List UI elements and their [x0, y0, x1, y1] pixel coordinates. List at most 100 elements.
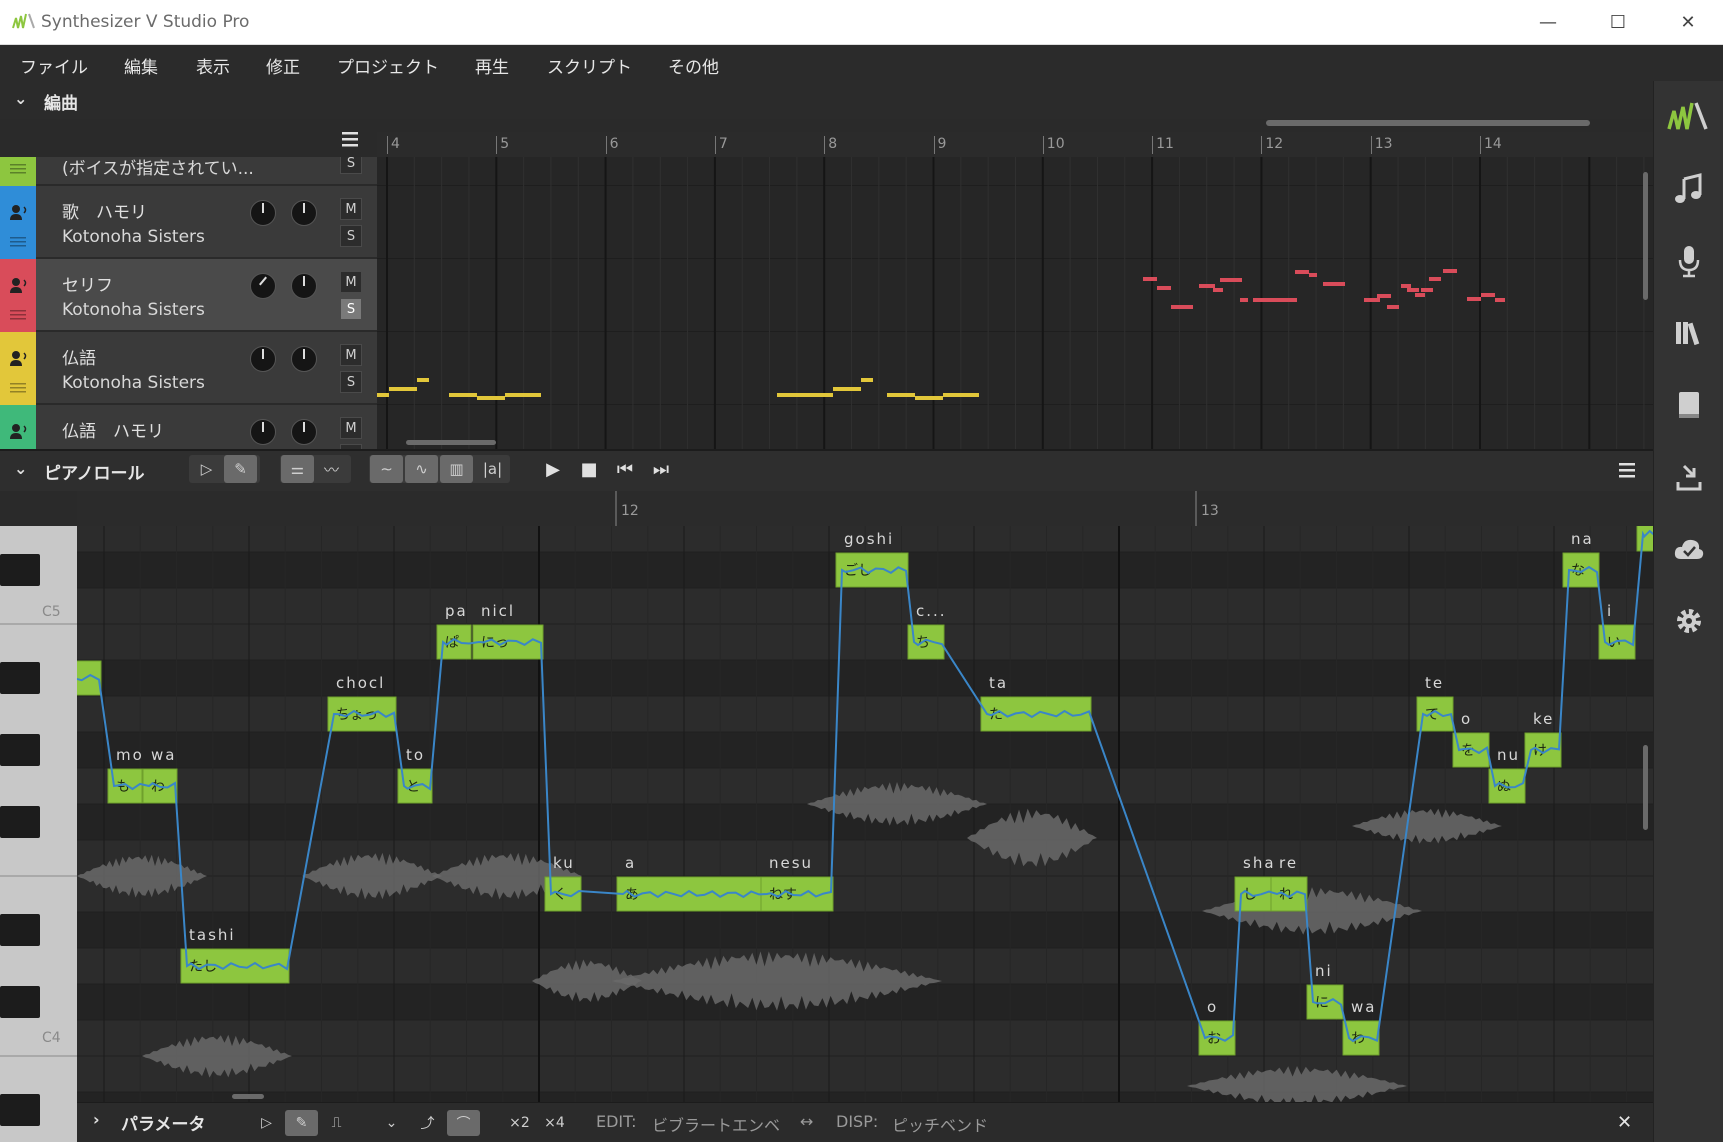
show-pitch-icon[interactable]: ∼ — [370, 455, 403, 483]
menu-playback[interactable]: 再生 — [475, 53, 509, 78]
settings-gear-icon[interactable] — [1654, 585, 1723, 657]
display-parameter-select[interactable]: ピッチベンド — [892, 1112, 988, 1136]
track-row[interactable]: 仏語 ハモリMS — [0, 405, 377, 449]
track-name[interactable]: 仏語 — [62, 344, 96, 369]
black-key[interactable] — [0, 734, 40, 766]
expand-parameters-chevron-icon[interactable]: › — [93, 1110, 100, 1129]
collapse-arrangement-chevron-icon[interactable]: ⌄ — [14, 89, 27, 108]
pen-tool-icon[interactable]: ✎ — [224, 455, 257, 483]
param-line-tool-icon[interactable]: ⎍ — [320, 1110, 353, 1136]
swap-parameters-icon[interactable]: ↔ — [800, 1112, 813, 1131]
arrangement-grid[interactable] — [377, 157, 1653, 449]
track-pan-knob[interactable] — [291, 273, 317, 299]
track-volume-knob[interactable] — [250, 419, 276, 445]
track-volume-knob[interactable] — [250, 200, 276, 226]
mute-button[interactable]: M — [340, 344, 362, 366]
arrangement-horizontal-scrollbar[interactable] — [1266, 120, 1590, 126]
menu-edit[interactable]: 編集 — [124, 53, 158, 78]
mute-button[interactable]: M — [340, 271, 362, 293]
show-pitch-deviation-icon[interactable]: ∿ — [405, 455, 438, 483]
black-key[interactable] — [0, 662, 40, 694]
track-volume-knob[interactable] — [250, 346, 276, 372]
menu-project[interactable]: プロジェクト — [337, 53, 439, 78]
black-key[interactable] — [0, 1094, 40, 1126]
param-smooth-up-icon[interactable]: ⌒ — [447, 1110, 480, 1136]
jump-to-end-icon[interactable]: ⏭ — [648, 456, 674, 482]
close-parameters-icon[interactable]: ✕ — [1617, 1112, 1632, 1133]
show-waveform-icon[interactable]: ▥ — [440, 455, 473, 483]
track-volume-knob[interactable] — [250, 273, 276, 299]
jump-to-start-icon[interactable]: ⏮ — [612, 456, 638, 482]
close-button[interactable]: ✕ — [1653, 0, 1723, 45]
menu-file[interactable]: ファイル — [20, 53, 88, 78]
track-color-strip[interactable] — [0, 186, 36, 259]
arrangement-vertical-scrollbar[interactable] — [1643, 172, 1648, 300]
black-key[interactable] — [0, 554, 40, 586]
library-icon[interactable] — [1654, 297, 1723, 369]
piano-roll-menu-icon[interactable] — [1617, 459, 1639, 481]
pointer-tool-icon[interactable]: ▷ — [190, 455, 223, 483]
piano-roll-ruler[interactable]: 12 13 — [77, 491, 1653, 526]
collapse-piano-roll-chevron-icon[interactable]: ⌄ — [14, 459, 27, 478]
param-x2-button[interactable]: ×2 — [503, 1110, 536, 1136]
menu-script[interactable]: スクリプト — [547, 53, 632, 78]
param-smooth-down-icon[interactable]: ⌄ — [375, 1110, 408, 1136]
solo-button[interactable]: S — [340, 371, 362, 393]
menu-modify[interactable]: 修正 — [266, 53, 300, 78]
solo-button[interactable]: S — [340, 225, 362, 247]
mute-button[interactable]: M — [340, 198, 362, 220]
track-row[interactable]: 仏語 Kotonoha Sisters M S — [0, 332, 377, 405]
menu-other[interactable]: その他 — [668, 53, 719, 78]
track-name[interactable]: 仏語 ハモリ — [62, 417, 164, 442]
stop-icon[interactable]: ■ — [576, 456, 602, 482]
microphone-icon[interactable] — [1654, 225, 1723, 297]
track-row[interactable]: 歌 ハモリ Kotonoha Sisters M S — [0, 186, 377, 259]
note-split-tool-icon[interactable]: ⚌ — [281, 455, 314, 483]
piano-roll-grid[interactable]: も mo わ wa たし tashi ちょっ chocl と to ぱ pa にっ nicl く ku あ a ねす… — [77, 526, 1653, 1102]
solo-button[interactable]: S — [340, 298, 362, 320]
black-key[interactable] — [0, 806, 40, 838]
drag-handle-icon[interactable] — [10, 382, 26, 394]
render-export-icon[interactable] — [1654, 441, 1723, 513]
track-pan-knob[interactable] — [291, 419, 317, 445]
drag-handle-icon[interactable] — [10, 163, 26, 175]
track-row[interactable]: セリフ Kotonoha Sisters M S — [0, 259, 377, 332]
show-phonemes-icon[interactable]: |a| — [476, 455, 509, 483]
track-row[interactable]: 歌(ボイスが指定されてい...MS — [0, 157, 377, 186]
solo-button[interactable]: S — [340, 157, 362, 174]
track-color-strip[interactable] — [0, 259, 36, 332]
track-name[interactable]: 歌 ハモリ — [62, 198, 147, 223]
param-ramp-icon[interactable]: ⤴ — [411, 1110, 444, 1136]
play-icon[interactable]: ▶ — [540, 456, 566, 482]
param-pointer-tool-icon[interactable]: ▷ — [250, 1110, 283, 1136]
clip-note — [943, 393, 979, 397]
mute-button[interactable]: M — [340, 417, 362, 439]
cloud-check-icon[interactable] — [1654, 513, 1723, 585]
black-key[interactable] — [0, 986, 40, 1018]
track-list-horizontal-scrollbar[interactable] — [406, 440, 496, 445]
track-color-strip[interactable] — [0, 332, 36, 405]
maximize-button[interactable]: ☐ — [1583, 0, 1653, 45]
drag-handle-icon[interactable] — [10, 309, 26, 321]
minimize-button[interactable]: — — [1513, 0, 1583, 45]
drag-handle-icon[interactable] — [10, 236, 26, 248]
piano-roll-horizontal-scrollbar[interactable] — [232, 1094, 264, 1099]
menu-view[interactable]: 表示 — [196, 53, 230, 78]
param-x4-button[interactable]: ×4 — [538, 1110, 571, 1136]
track-list-menu-icon[interactable] — [340, 128, 362, 150]
track-pan-knob[interactable] — [291, 200, 317, 226]
synthv-logo-icon[interactable] — [1654, 81, 1723, 153]
pitch-curve-tool-icon[interactable]: 〰 — [315, 455, 348, 483]
track-name[interactable]: セリフ — [62, 271, 113, 296]
param-pen-tool-icon[interactable]: ✎ — [285, 1110, 318, 1136]
ruler-tick — [605, 136, 607, 154]
track-pan-knob[interactable] — [291, 346, 317, 372]
note-block[interactable] — [1636, 526, 1653, 552]
black-key[interactable] — [0, 914, 40, 946]
arrangement-ruler[interactable]: 4 5 6 7 8 9 10 11 12 13 14 — [377, 132, 1653, 157]
edit-parameter-select[interactable]: ビブラートエンベ — [652, 1112, 780, 1136]
piano-roll-vertical-scrollbar[interactable] — [1643, 745, 1648, 830]
music-note-icon[interactable] — [1654, 153, 1723, 225]
piano-keyboard[interactable]: C5 C4 — [0, 526, 77, 1142]
book-icon[interactable] — [1654, 369, 1723, 441]
